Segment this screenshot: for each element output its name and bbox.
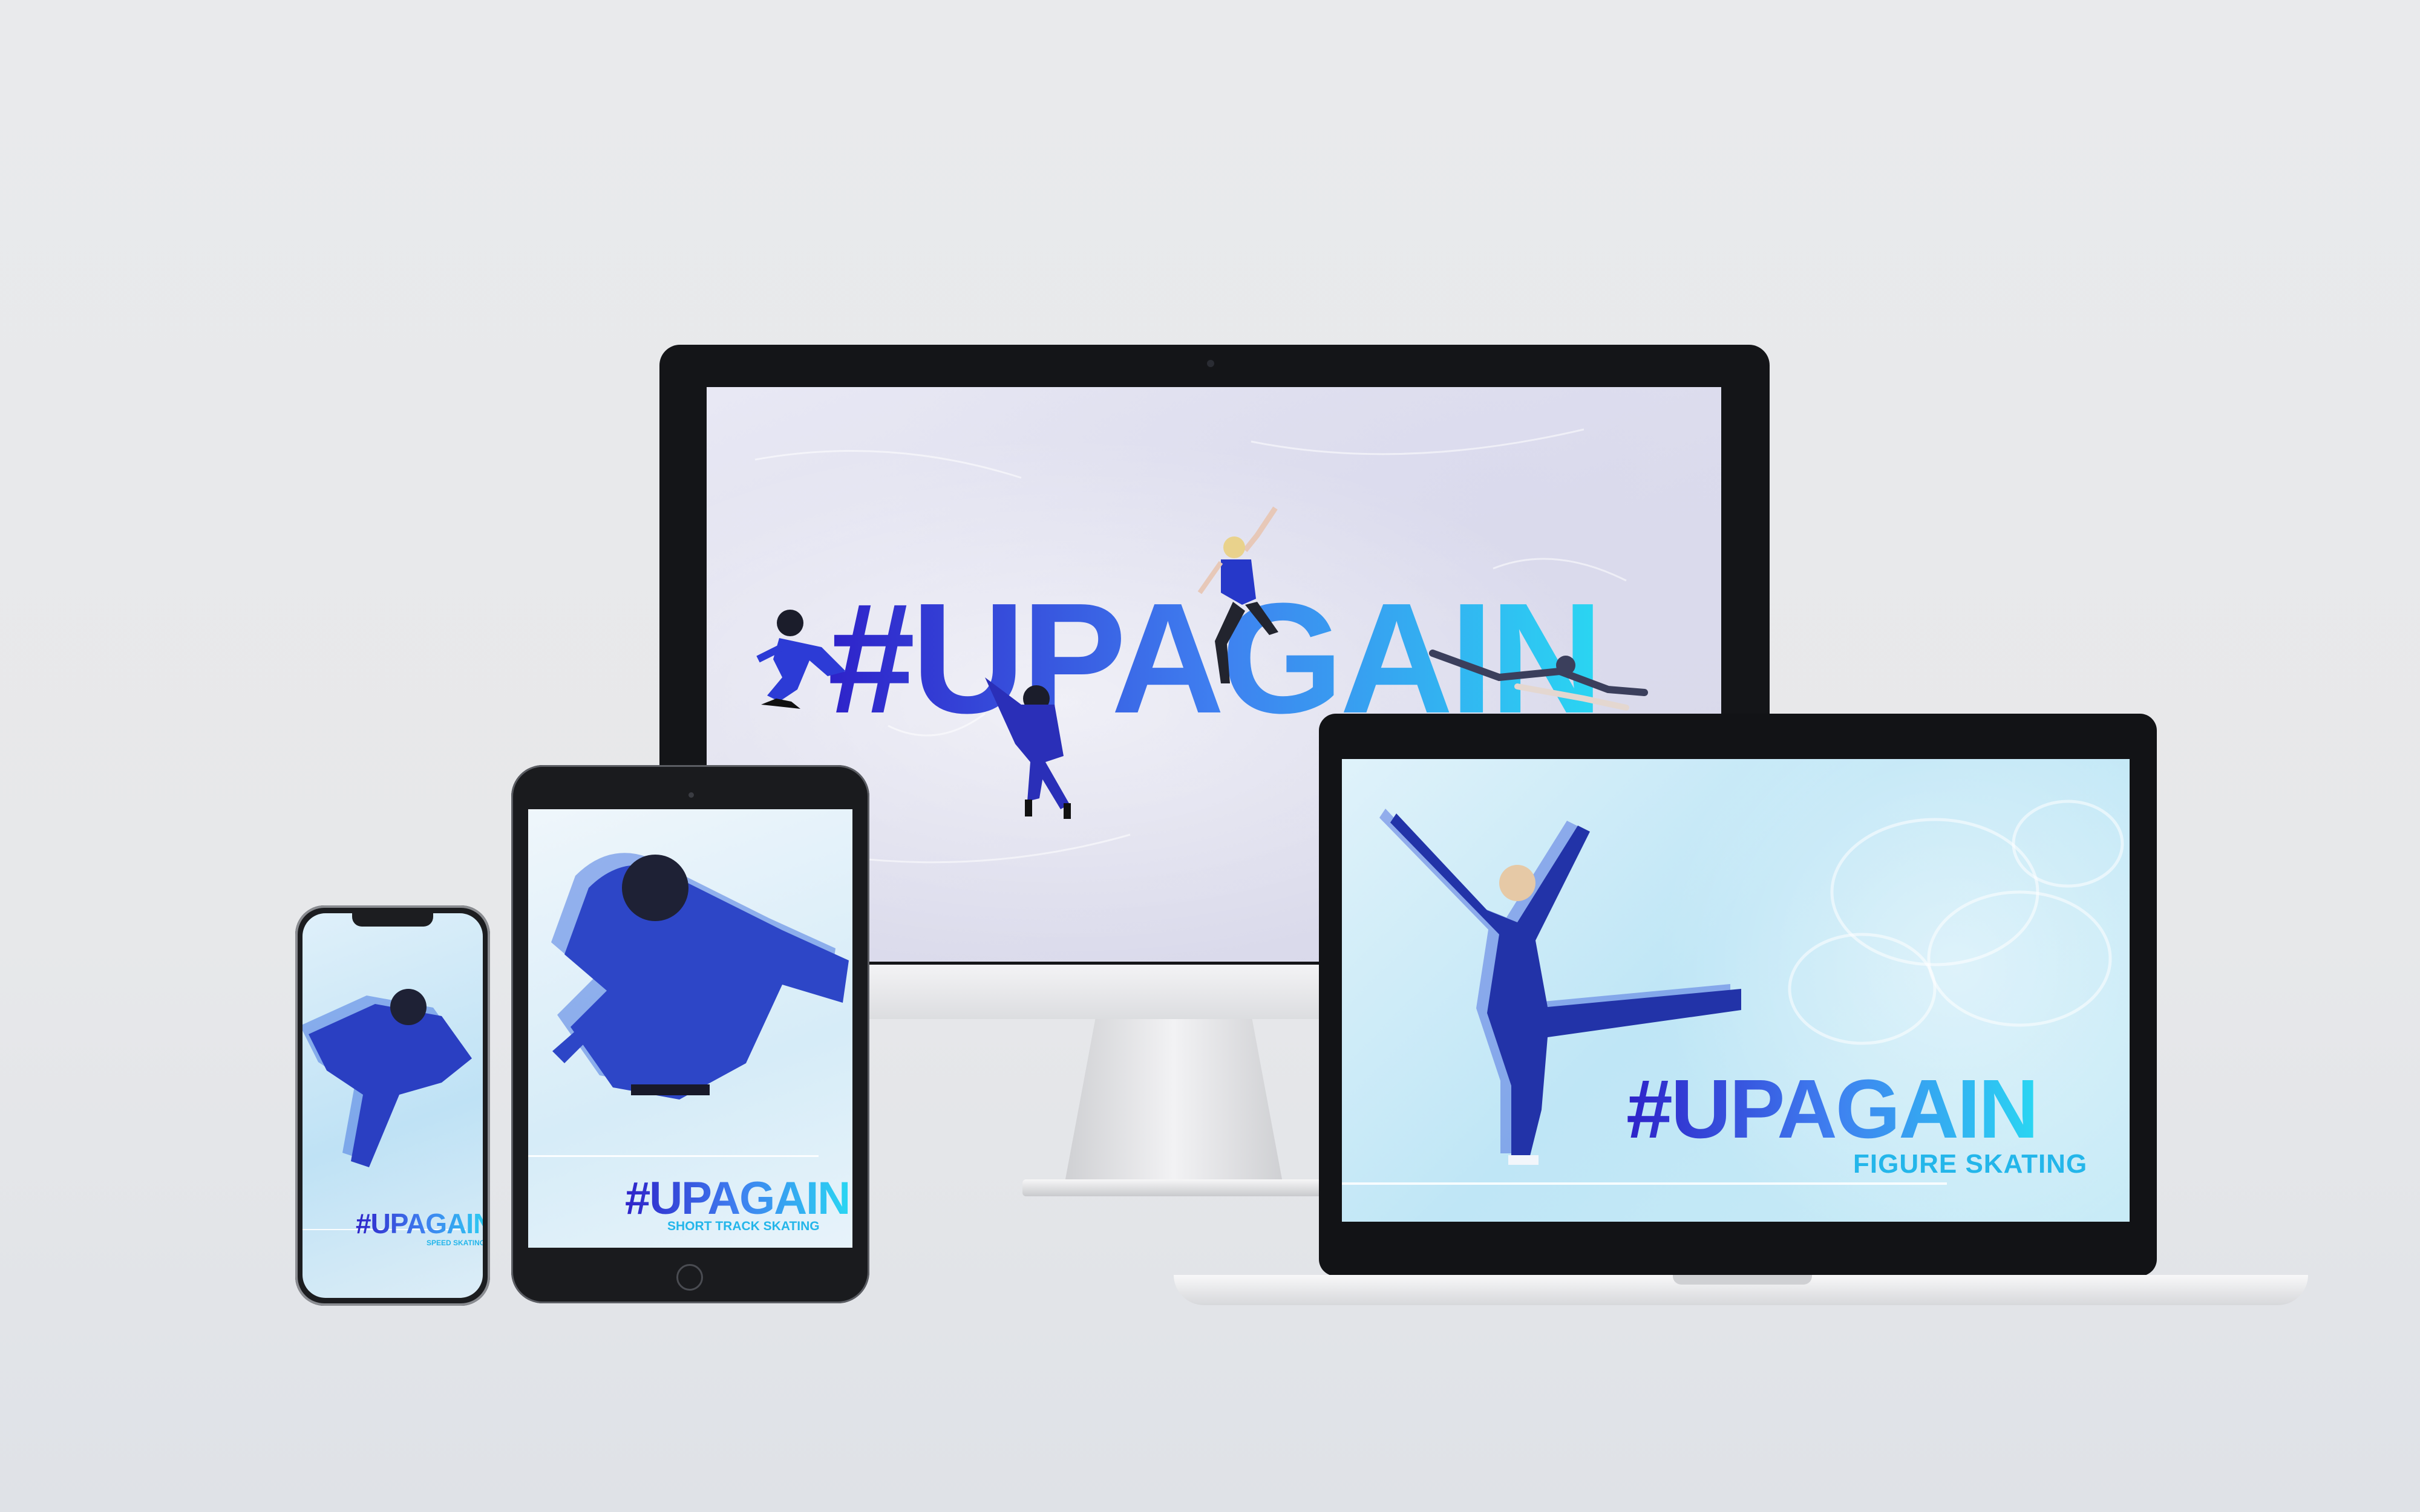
tablet-camera-icon (688, 792, 694, 798)
speed-skater-figure (985, 677, 1071, 819)
laptop-subtitle: FIGURE SKATING (1853, 1149, 2088, 1179)
laptop-divider-line (1342, 1182, 1947, 1185)
speed-skater-closeup-figure (302, 989, 472, 1167)
figure-skater-figure (1197, 506, 1278, 683)
desktop-stand-base (1022, 1179, 1325, 1196)
pair-skaters-figure (1429, 650, 1648, 711)
tablet-headline: #UPAGAIN (625, 1173, 851, 1224)
desktop-camera-icon (1207, 360, 1214, 367)
short-track-skater-figure (756, 610, 846, 709)
laptop-headline: #UPAGAIN (1626, 1061, 2039, 1158)
phone-screen: #UPAGAIN SPEED SKATING (302, 913, 483, 1298)
tablet-divider-line (528, 1155, 819, 1157)
laptop-opening-notch (1673, 1275, 1812, 1285)
phone-subtitle: SPEED SKATING (427, 1239, 483, 1247)
short-track-skater-closeup-figure (551, 853, 849, 1100)
phone-notch (352, 912, 433, 927)
tablet-subtitle: SHORT TRACK SKATING (667, 1219, 820, 1233)
tablet-screen: #UPAGAIN SHORT TRACK SKATING (528, 809, 852, 1248)
laptop-screen: #UPAGAIN FIGURE SKATING (1342, 759, 2130, 1222)
desktop-stand (1065, 1019, 1283, 1182)
tablet-home-button[interactable] (676, 1264, 703, 1291)
phone-headline: #UPAGAIN (356, 1207, 483, 1240)
